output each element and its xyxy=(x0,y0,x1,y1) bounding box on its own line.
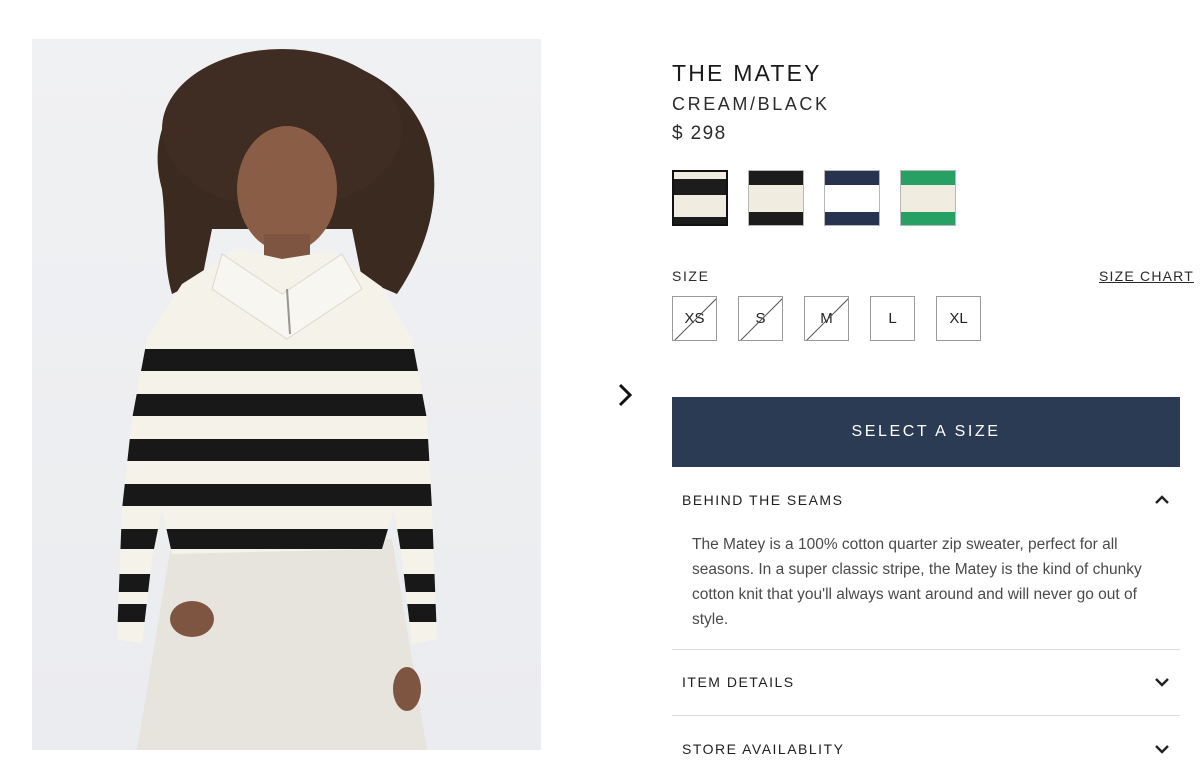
accordion-store-availability[interactable]: STORE AVAILABLITY xyxy=(672,724,1180,774)
product-title: THE MATEY xyxy=(672,60,822,86)
size-xs-button[interactable]: XS xyxy=(672,296,717,341)
chevron-up-icon xyxy=(1155,495,1169,504)
select-size-button[interactable]: SELECT A SIZE xyxy=(672,397,1180,467)
size-xl-button[interactable]: XL xyxy=(936,296,981,341)
accordion-title: STORE AVAILABLITY xyxy=(682,741,845,757)
size-chart-link[interactable]: SIZE CHART xyxy=(1099,268,1194,284)
divider xyxy=(672,715,1180,716)
chevron-down-icon xyxy=(1155,745,1169,754)
size-xs-label: XS xyxy=(684,310,705,327)
size-l-label: L xyxy=(888,310,897,327)
chevron-down-icon xyxy=(1155,678,1169,687)
size-options: XS S M L XL xyxy=(672,296,981,341)
color-swatches xyxy=(672,170,956,226)
swatch-cream-black[interactable] xyxy=(672,170,728,226)
size-m-label: M xyxy=(820,310,833,327)
accordion-behind-the-seams[interactable]: BEHIND THE SEAMS xyxy=(672,475,1180,525)
accordion-title: ITEM DETAILS xyxy=(682,674,795,690)
accordion-title: BEHIND THE SEAMS xyxy=(682,492,844,508)
product-image[interactable] xyxy=(32,39,541,750)
size-s-label: S xyxy=(755,310,766,327)
selected-color-name: CREAM/BLACK xyxy=(672,94,830,114)
size-xl-label: XL xyxy=(949,310,968,327)
product-price: $ 298 xyxy=(672,123,727,144)
chevron-right-icon xyxy=(618,383,633,407)
swatch-black-cream[interactable] xyxy=(748,170,804,226)
next-image-button[interactable] xyxy=(612,381,638,409)
size-l-button[interactable]: L xyxy=(870,296,915,341)
divider xyxy=(672,649,1180,650)
swatch-green-cream[interactable] xyxy=(900,170,956,226)
size-label: SIZE xyxy=(672,268,710,284)
size-s-button[interactable]: S xyxy=(738,296,783,341)
product-description: The Matey is a 100% cotton quarter zip s… xyxy=(692,536,1142,628)
swatch-navy-white[interactable] xyxy=(824,170,880,226)
size-m-button[interactable]: M xyxy=(804,296,849,341)
accordion-item-details[interactable]: ITEM DETAILS xyxy=(672,657,1180,707)
